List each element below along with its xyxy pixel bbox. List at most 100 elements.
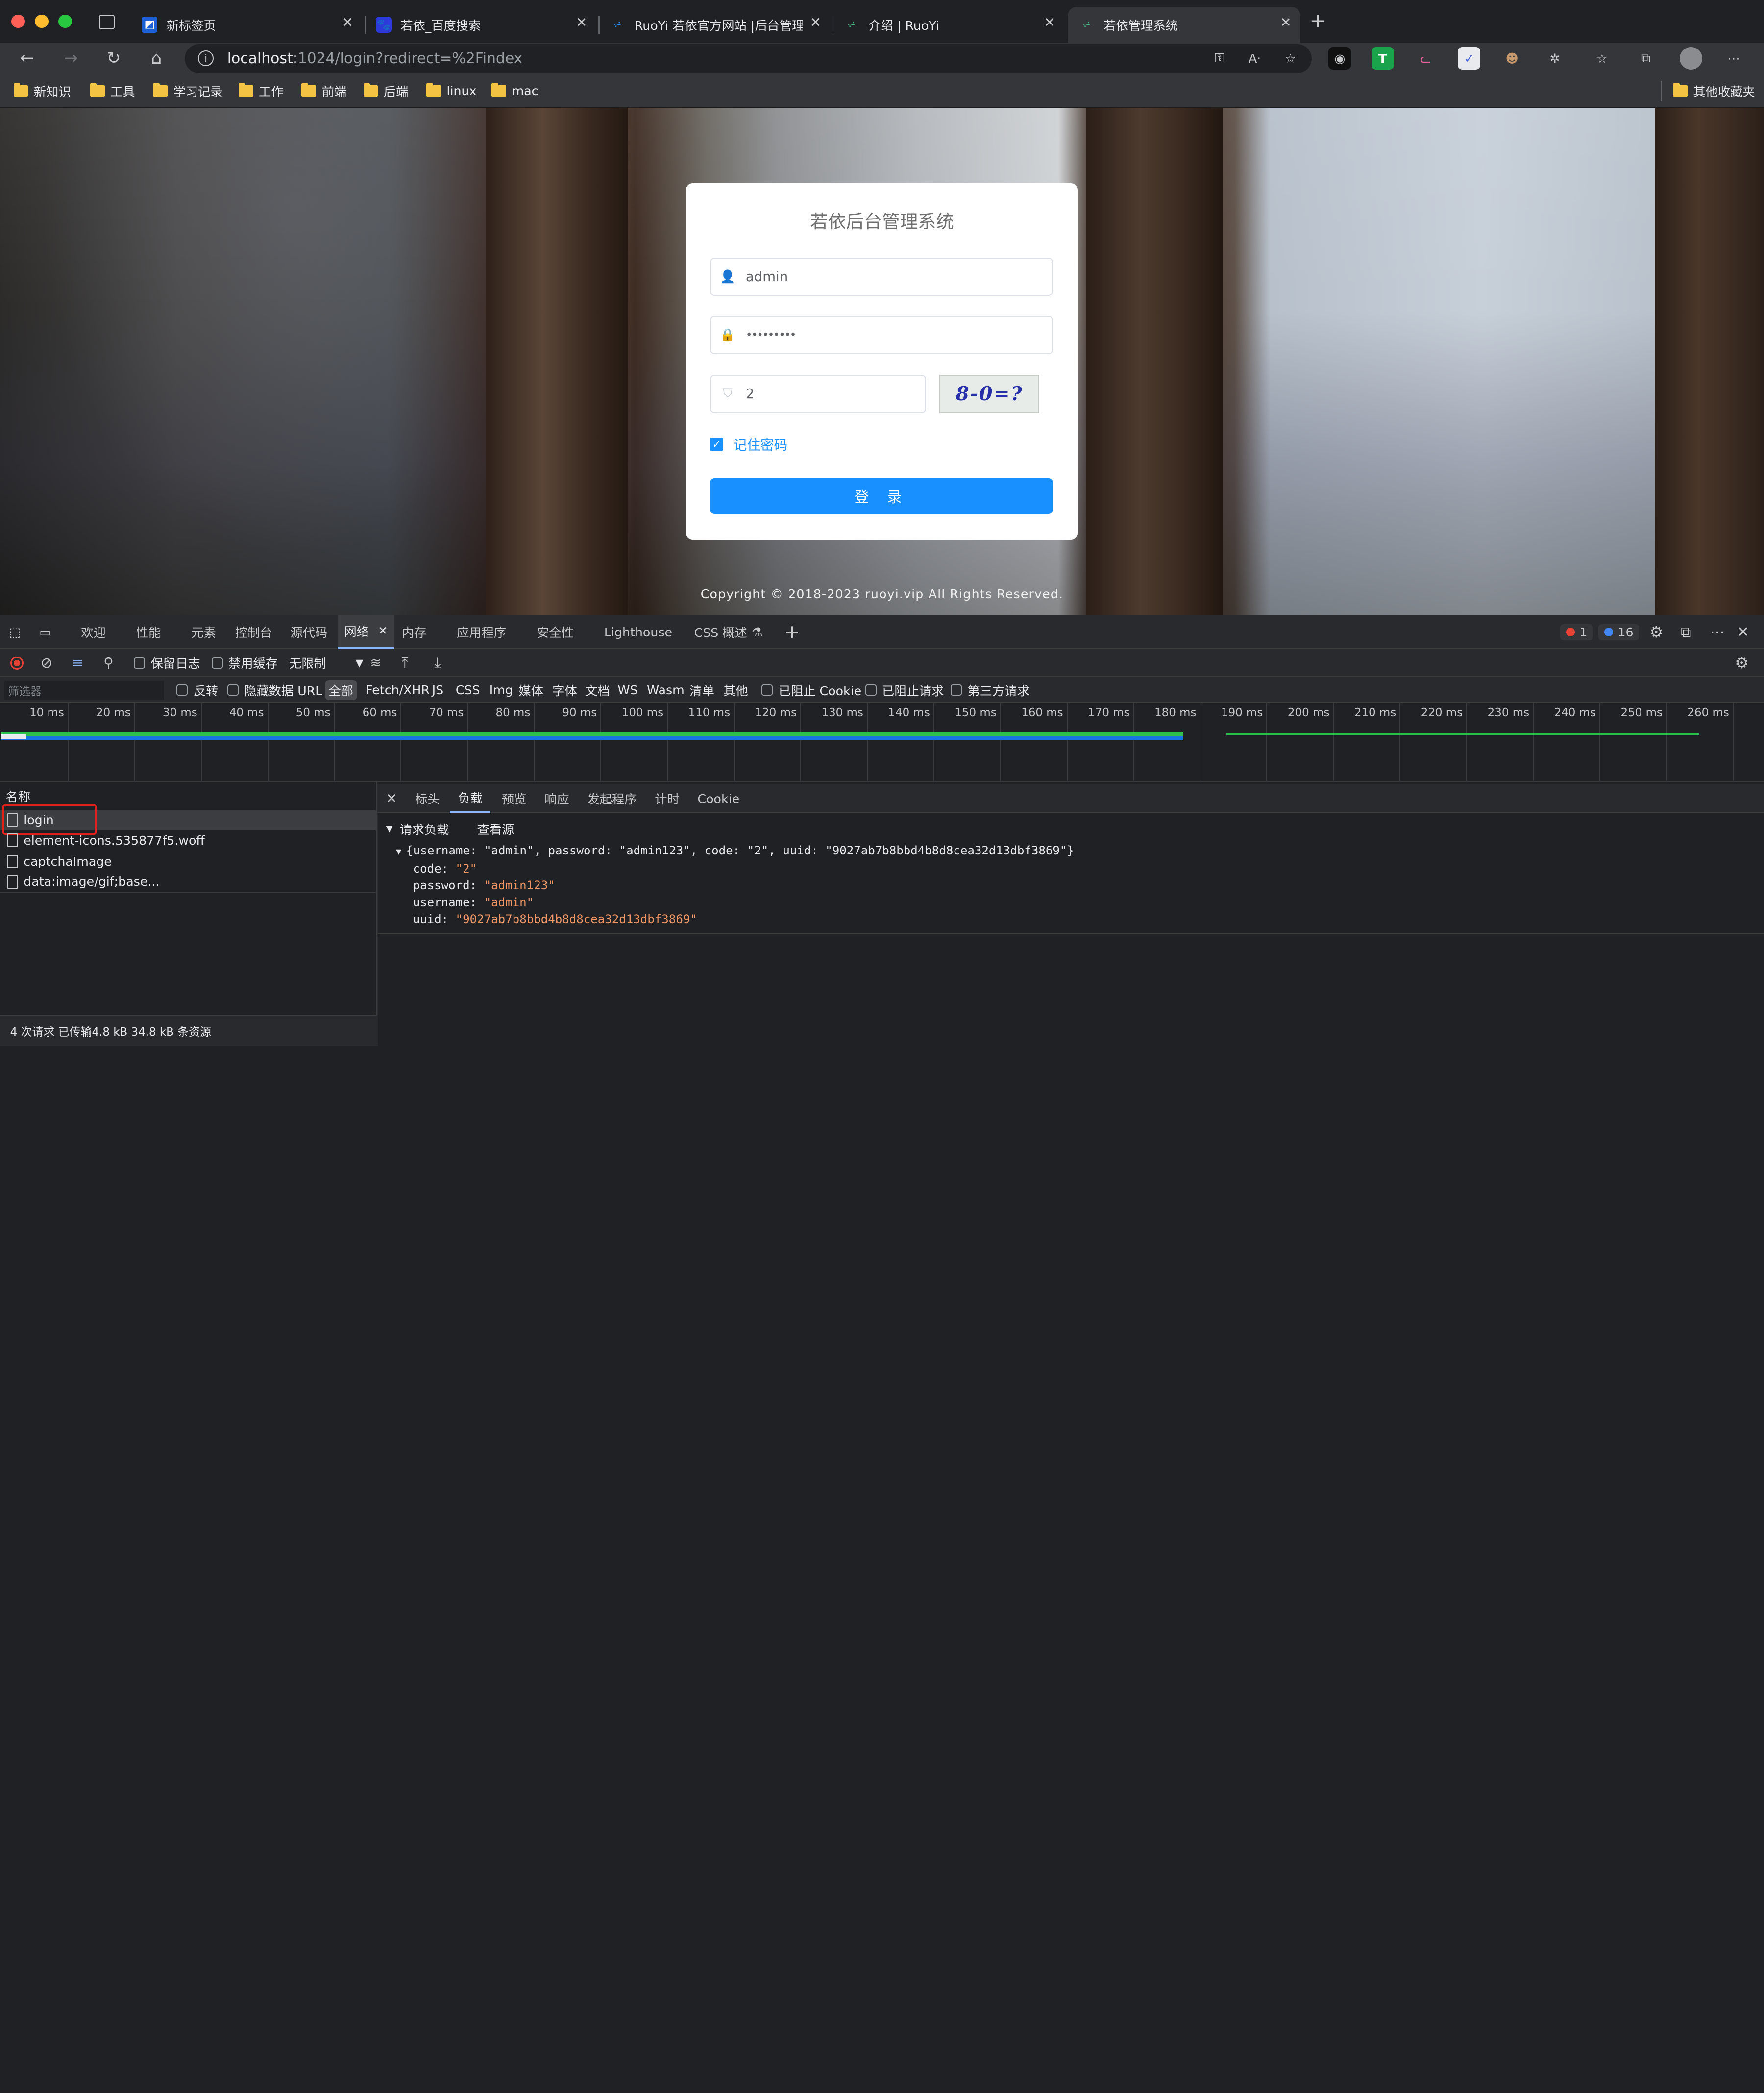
close-tab-icon[interactable]: ✕ — [1280, 15, 1292, 30]
filter-input[interactable]: 筛选器 — [4, 681, 165, 700]
devtools-tab-lighthouse[interactable]: Lighthouse — [604, 615, 672, 649]
extensions-icon[interactable]: ✲ — [1544, 47, 1566, 70]
tab-baidu[interactable]: 🐾 若依_百度搜索 ✕ — [365, 7, 596, 43]
detail-tab-payload[interactable]: 负载 — [450, 784, 490, 813]
tab-ruoyi-intro[interactable]: ⩫ 介绍 | RuoYi ✕ — [833, 7, 1064, 43]
close-tab-icon[interactable]: ✕ — [810, 15, 821, 30]
extension-face-icon[interactable]: ☻ — [1501, 47, 1523, 70]
more-menu-icon[interactable]: ⋯ — [1722, 47, 1745, 70]
close-tab-icon[interactable]: ✕ — [576, 15, 587, 30]
network-settings-icon[interactable]: ⚙ — [1735, 649, 1749, 677]
network-conditions-icon[interactable]: ≋ — [370, 649, 381, 677]
tab-new-tab[interactable]: ◩ 新标签页 ✕ — [130, 7, 362, 43]
filter-type-ws[interactable]: WS — [617, 677, 637, 703]
devtools-tab-security[interactable]: 安全性 — [537, 615, 574, 649]
device-toolbar-icon[interactable]: ▭ — [39, 615, 51, 649]
detail-tab-initiator[interactable]: 发起程序 — [587, 784, 637, 813]
filter-type-all[interactable]: 全部 — [325, 677, 357, 703]
blocked-cookies-checkbox[interactable]: 已阻止 Cookie — [761, 677, 861, 703]
filter-type-fetch[interactable]: Fetch/XHR — [366, 677, 430, 703]
close-tab-icon[interactable]: ✕ — [1044, 15, 1055, 30]
preserve-log-checkbox[interactable]: 保留日志 — [134, 649, 200, 677]
filter-type-js[interactable]: JS — [432, 677, 443, 703]
bookmark-folder[interactable]: mac — [491, 81, 539, 101]
detail-tab-cookies[interactable]: Cookie — [697, 784, 739, 813]
extension-t-icon[interactable]: T — [1371, 47, 1394, 70]
settings-gear-icon[interactable]: ⚙ — [1649, 615, 1664, 649]
search-icon[interactable]: ⚲ — [103, 649, 113, 677]
tab-actions-icon[interactable] — [99, 14, 115, 29]
close-devtools-icon[interactable]: ✕ — [1737, 615, 1749, 649]
filter-type-manifest[interactable]: 清单 — [689, 677, 714, 703]
request-row[interactable]: element-icons.535877f5.woff — [0, 830, 377, 850]
more-options-icon[interactable]: ⋯ — [1710, 615, 1725, 649]
filter-type-doc[interactable]: 文档 — [585, 677, 610, 703]
close-window-button[interactable] — [11, 14, 25, 28]
detail-tab-preview[interactable]: 预览 — [502, 784, 527, 813]
record-icon[interactable] — [10, 649, 24, 677]
inspect-icon[interactable]: ⬚ — [9, 615, 21, 649]
maximize-window-button[interactable] — [58, 14, 72, 28]
extension-cat-icon[interactable]: ᓚ — [1414, 47, 1437, 70]
filter-type-other[interactable]: 其他 — [723, 677, 748, 703]
bookmark-folder[interactable]: 新知识 — [13, 81, 71, 101]
forward-icon[interactable]: → — [58, 46, 83, 71]
filter-type-wasm[interactable]: Wasm — [647, 677, 685, 703]
close-detail-icon[interactable]: ✕ — [386, 784, 397, 813]
favorites-icon[interactable]: ☆ — [1591, 47, 1613, 70]
profile-avatar[interactable] — [1679, 47, 1702, 70]
detail-tab-response[interactable]: 响应 — [544, 784, 569, 813]
key-icon[interactable]: ⚿ — [1208, 47, 1231, 70]
hide-data-urls-checkbox[interactable]: 隐藏数据 URL — [227, 677, 322, 703]
remember-checkbox[interactable]: ✓ — [710, 438, 724, 451]
read-aloud-icon[interactable]: Aᐧ — [1243, 47, 1266, 70]
password-field[interactable]: 🔒 ••••••••• — [710, 316, 1053, 355]
filter-type-font[interactable]: 字体 — [552, 677, 577, 703]
invert-checkbox[interactable]: 反转 — [176, 677, 218, 703]
new-tab-button[interactable]: + — [1309, 9, 1326, 32]
captcha-code-field[interactable]: ⛉ 2 — [710, 374, 926, 413]
back-icon[interactable]: ← — [15, 46, 40, 71]
add-tool-icon[interactable]: + — [784, 615, 800, 649]
captcha-image[interactable]: 8-0=? — [939, 374, 1040, 413]
name-column-header[interactable]: 名称 — [0, 786, 377, 806]
error-counter[interactable]: 1 — [1560, 615, 1593, 649]
extension-bird-icon[interactable]: ✓ — [1458, 47, 1481, 70]
bookmark-folder[interactable]: 后端 — [363, 81, 408, 101]
detail-tab-headers[interactable]: 标头 — [415, 784, 440, 813]
payload-summary[interactable]: ▼ {username: "admin", password: "admin123… — [396, 844, 1074, 857]
home-icon[interactable]: ⌂ — [144, 46, 169, 71]
filter-type-css[interactable]: CSS — [456, 677, 480, 703]
bookmark-folder[interactable]: 前端 — [301, 81, 346, 101]
devtools-tab-application[interactable]: 应用程序 — [457, 615, 506, 649]
other-bookmarks-folder[interactable]: 其他收藏夹 — [1673, 81, 1755, 101]
devtools-tab-memory[interactable]: 内存 — [402, 615, 427, 649]
devtools-tab-performance[interactable]: 性能 — [136, 615, 161, 649]
address-bar[interactable]: i localhost:1024/login?redirect=%2Findex — [184, 44, 1312, 73]
bookmark-folder[interactable]: 学习记录 — [153, 81, 223, 101]
tab-ruoyi-admin[interactable]: ⩫ 若依管理系统 ✕ — [1067, 6, 1301, 43]
tab-ruoyi-site[interactable]: ⩫ RuoYi 若依官方网站 |后台管理系 ✕ — [598, 7, 830, 43]
filter-icon[interactable]: ≡ — [72, 649, 83, 677]
filter-type-media[interactable]: 媒体 — [518, 677, 543, 703]
import-har-icon[interactable]: ⤒ — [402, 649, 408, 677]
extension-owl-icon[interactable]: ◉ — [1328, 47, 1351, 70]
add-favorite-icon[interactable]: ☆ — [1279, 47, 1301, 70]
view-source-link[interactable]: 查看源 — [477, 820, 514, 838]
detail-tab-timing[interactable]: 计时 — [655, 784, 680, 813]
close-tab-icon[interactable]: ✕ — [378, 625, 387, 637]
disable-cache-checkbox[interactable]: 禁用缓存 — [211, 649, 278, 677]
devtools-tab-sources[interactable]: 源代码 — [290, 615, 327, 649]
devtools-tab-console[interactable]: 控制台 — [235, 615, 272, 649]
reload-icon[interactable]: ↻ — [101, 46, 126, 71]
filter-type-img[interactable]: Img — [490, 677, 513, 703]
bookmark-folder[interactable]: linux — [426, 81, 476, 101]
minimize-window-button[interactable] — [35, 14, 49, 28]
collections-icon[interactable]: ⧉ — [1635, 47, 1657, 70]
third-party-checkbox[interactable]: 第三方请求 — [951, 677, 1029, 703]
username-field[interactable]: 👤 admin — [710, 257, 1053, 296]
close-tab-icon[interactable]: ✕ — [342, 15, 353, 30]
clear-icon[interactable]: ⊘ — [41, 649, 53, 677]
login-button[interactable]: 登 录 — [710, 478, 1053, 514]
throttle-select[interactable]: 无限制 ▼ — [289, 649, 363, 677]
